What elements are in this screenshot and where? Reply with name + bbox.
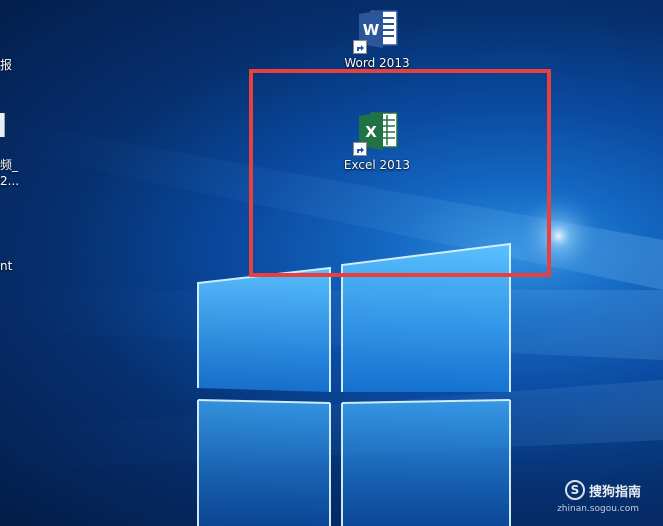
left-icon-label-fragment[interactable]: nt [0,259,12,273]
windows-desktop[interactable]: 报 频_ 2... nt W Word 2013 X Excel 2013 S … [0,0,663,526]
highlight-annotation-box [249,69,551,277]
sogou-watermark: S 搜狗指南 [564,480,641,500]
watermark-brand: 搜狗指南 [588,484,641,500]
svg-text:W: W [363,21,380,39]
desktop-icon-label: Word 2013 [344,56,410,70]
word-2013-icon: W [353,6,401,54]
left-icon-label-fragment[interactable]: 2... [0,174,19,188]
desktop-icon-word-2013[interactable]: W Word 2013 [332,6,422,70]
shortcut-arrow-icon [353,40,367,54]
partial-desktop-icon[interactable] [0,113,5,137]
left-icon-label-fragment[interactable]: 报 [0,58,12,72]
sogou-logo-icon: S [564,480,585,500]
watermark-url: zhinan.sogou.com [557,504,639,514]
left-icon-label-fragment[interactable]: 频_ [0,158,18,172]
